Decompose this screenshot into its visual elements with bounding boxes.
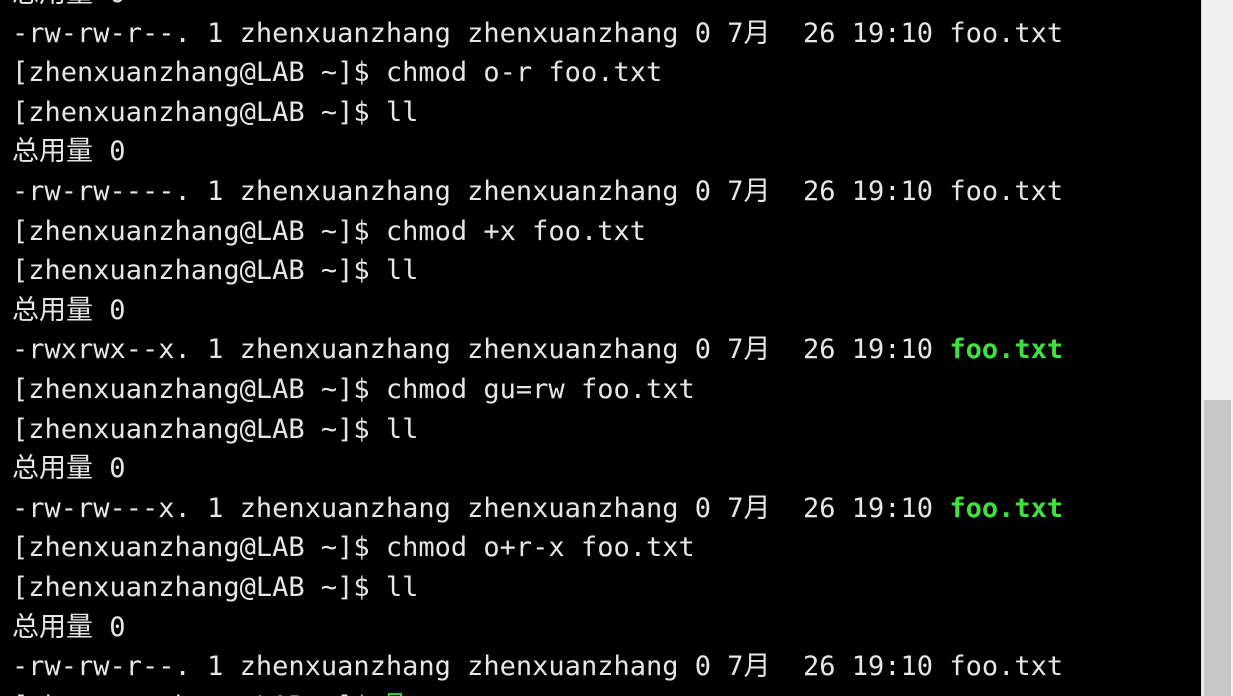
line-text: -rw-rw----. 1 zhenxuanzhang zhenxuanzhan… bbox=[12, 175, 950, 207]
terminal-window[interactable]: 总用量 0 -rw-rw-r--. 1 zhenxuanzhang zhenxua… bbox=[0, 0, 1201, 696]
terminal-line: -rw-rw---x. 1 zhenxuanzhang zhenxuanzhan… bbox=[12, 489, 1063, 529]
terminal-line: -rw-rw-r--. 1 zhenxuanzhang zhenxuanzhan… bbox=[12, 14, 1063, 54]
line-text: -rwxrwx--x. 1 zhenxuanzhang zhenxuanzhan… bbox=[12, 334, 950, 366]
executable-filename: foo.txt bbox=[949, 492, 1064, 524]
line-text: [zhenxuanzhang@LAB ~]$ ll bbox=[12, 571, 419, 603]
terminal-line: -rw-rw-r--. 1 zhenxuanzhang zhenxuanzhan… bbox=[12, 647, 1063, 687]
filename: foo.txt bbox=[949, 17, 1064, 49]
line-text: [zhenxuanzhang@LAB ~]$ ll bbox=[12, 96, 419, 128]
terminal-line: [zhenxuanzhang@LAB ~]$ chmod gu=rw foo.t… bbox=[12, 370, 1063, 410]
line-text: -rw-rw-r--. 1 zhenxuanzhang zhenxuanzhan… bbox=[12, 17, 950, 49]
line-text: [zhenxuanzhang@LAB ~]$ chmod +x foo.txt bbox=[12, 215, 646, 247]
filename: foo.txt bbox=[949, 651, 1064, 683]
terminal-line: [zhenxuanzhang@LAB ~]$ chmod o-r foo.txt bbox=[12, 53, 1063, 93]
line-text: [zhenxuanzhang@LAB ~]$ chmod gu=rw foo.t… bbox=[12, 373, 695, 405]
filename: foo.txt bbox=[949, 175, 1064, 207]
line-text: -rw-rw-r--. 1 zhenxuanzhang zhenxuanzhan… bbox=[12, 651, 950, 683]
terminal-line: -rw-rw----. 1 zhenxuanzhang zhenxuanzhan… bbox=[12, 172, 1063, 212]
vertical-scrollbar[interactable] bbox=[1201, 0, 1233, 696]
terminal-line: 总用量 0 bbox=[12, 132, 1063, 172]
line-text: 总用量 0 bbox=[12, 294, 126, 326]
line-text: 总用量 0 bbox=[12, 453, 126, 485]
line-text: [zhenxuanzhang@LAB ~]$ bbox=[12, 691, 386, 696]
terminal-output: 总用量 0 -rw-rw-r--. 1 zhenxuanzhang zhenxua… bbox=[12, 0, 1063, 696]
line-text: [zhenxuanzhang@LAB ~]$ ll bbox=[12, 413, 419, 445]
line-text: 总用量 0 bbox=[12, 136, 126, 168]
terminal-line: [zhenxuanzhang@LAB ~]$ bbox=[12, 687, 1063, 696]
line-text: 总用量 0 bbox=[12, 611, 126, 643]
line-text: -rw-rw---x. 1 zhenxuanzhang zhenxuanzhan… bbox=[12, 492, 950, 524]
terminal-line: 总用量 0 bbox=[12, 291, 1063, 331]
line-text: [zhenxuanzhang@LAB ~]$ ll bbox=[12, 255, 419, 287]
terminal-line: 总用量 0 bbox=[12, 0, 1063, 14]
terminal-line: [zhenxuanzhang@LAB ~]$ ll bbox=[12, 251, 1063, 291]
executable-filename: foo.txt bbox=[949, 334, 1064, 366]
terminal-line: [zhenxuanzhang@LAB ~]$ ll bbox=[12, 410, 1063, 450]
terminal-line: [zhenxuanzhang@LAB ~]$ ll bbox=[12, 568, 1063, 608]
terminal-line: 总用量 0 bbox=[12, 449, 1063, 489]
line-text: [zhenxuanzhang@LAB ~]$ chmod o-r foo.txt bbox=[12, 57, 663, 89]
terminal-line: [zhenxuanzhang@LAB ~]$ chmod +x foo.txt bbox=[12, 212, 1063, 252]
line-text: 总用量 0 bbox=[12, 0, 126, 9]
terminal-line: [zhenxuanzhang@LAB ~]$ ll bbox=[12, 93, 1063, 133]
terminal-line: 总用量 0 bbox=[12, 608, 1063, 648]
terminal-line: [zhenxuanzhang@LAB ~]$ chmod o+r-x foo.t… bbox=[12, 528, 1063, 568]
scrollbar-thumb[interactable] bbox=[1204, 400, 1231, 696]
terminal-line: -rwxrwx--x. 1 zhenxuanzhang zhenxuanzhan… bbox=[12, 330, 1063, 370]
line-text: [zhenxuanzhang@LAB ~]$ chmod o+r-x foo.t… bbox=[12, 532, 695, 564]
